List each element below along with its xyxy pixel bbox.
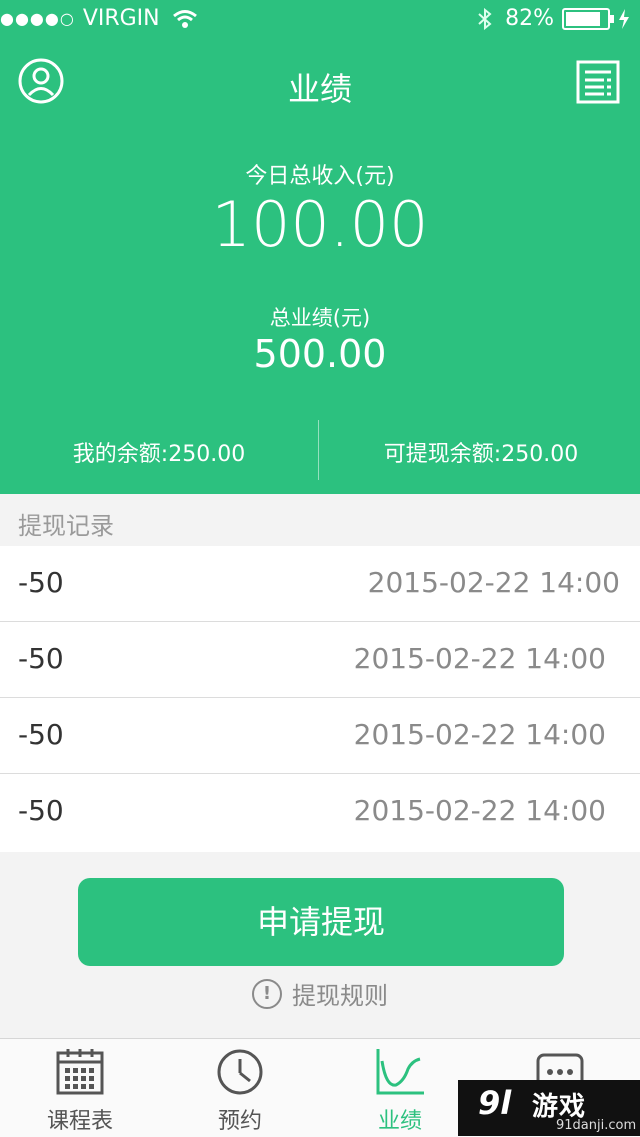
bluetooth-icon	[478, 7, 492, 30]
signal-strength-icon: ●●●●○	[0, 9, 75, 28]
carrier-info: ●●●●○ VIRGIN	[0, 6, 198, 31]
my-balance: 我的余额:250.00	[72, 442, 246, 467]
chart-icon	[376, 1049, 424, 1095]
withdraw-rules-link[interactable]: ! 提现规则	[0, 976, 640, 1011]
withdraw-rules-label: 提现规则	[292, 982, 388, 1010]
wifi-icon	[172, 9, 197, 28]
header-panel: ●●●●○ VIRGIN 82% 业绩 今日总收入(元) 100.00 总业绩(…	[0, 0, 640, 494]
battery-percent: 82%	[505, 6, 554, 31]
balance-divider	[318, 420, 319, 480]
status-bar: ●●●●○ VIRGIN 82%	[0, 0, 640, 40]
info-icon: !	[252, 978, 282, 1009]
list-item[interactable]: -50 2015-02-22 14:00	[0, 622, 640, 698]
watermark-logo: 9l 游戏 91danji.com	[458, 1080, 640, 1136]
record-time: 2015-02-22 14:00	[353, 718, 606, 751]
total-performance-label: 总业绩(元)	[269, 306, 371, 330]
record-amount: -50	[18, 794, 64, 827]
record-time: 2015-02-22 14:00	[353, 794, 606, 827]
list-icon[interactable]	[576, 60, 620, 104]
page-title: 业绩	[287, 70, 352, 108]
clock-icon	[217, 1049, 263, 1095]
apply-withdraw-button[interactable]: 申请提现	[78, 878, 564, 966]
watermark-mark: 9l	[478, 1084, 512, 1122]
record-amount: -50	[18, 718, 64, 751]
tab-label: 业绩	[377, 1109, 422, 1134]
withdraw-records-list: -50 2015-02-22 14:00 -50 2015-02-22 14:0…	[0, 546, 640, 852]
today-income-value: 100.00	[211, 188, 429, 261]
status-right: 82%	[477, 6, 630, 31]
today-income-label: 今日总收入(元)	[245, 164, 395, 189]
tab-label: 课程表	[46, 1109, 113, 1134]
total-performance-value: 500.00	[253, 332, 387, 376]
watermark-domain: 91danji.com	[556, 1118, 637, 1133]
withdrawable-balance: 可提现余额:250.00	[383, 442, 579, 467]
calendar-icon	[56, 1049, 104, 1095]
charging-icon	[619, 8, 629, 29]
list-item[interactable]: -50 2015-02-22 14:00	[0, 774, 640, 852]
tab-performance[interactable]: 业绩	[320, 1039, 480, 1137]
list-item[interactable]: -50 2015-02-22 14:00	[0, 698, 640, 774]
carrier-name: VIRGIN	[82, 6, 160, 31]
tab-appointment[interactable]: 预约	[160, 1039, 320, 1137]
record-time: 2015-02-22 14:00	[367, 566, 620, 599]
record-amount: -50	[18, 566, 64, 599]
tab-label: 预约	[217, 1109, 262, 1134]
record-amount: -50	[18, 642, 64, 675]
record-time: 2015-02-22 14:00	[353, 642, 606, 675]
battery-icon	[562, 7, 614, 30]
nav-bar: 业绩	[0, 52, 640, 112]
records-section-title: 提现记录	[18, 512, 114, 540]
list-item[interactable]: -50 2015-02-22 14:00	[0, 546, 640, 622]
tab-schedule[interactable]: 课程表	[0, 1039, 160, 1137]
